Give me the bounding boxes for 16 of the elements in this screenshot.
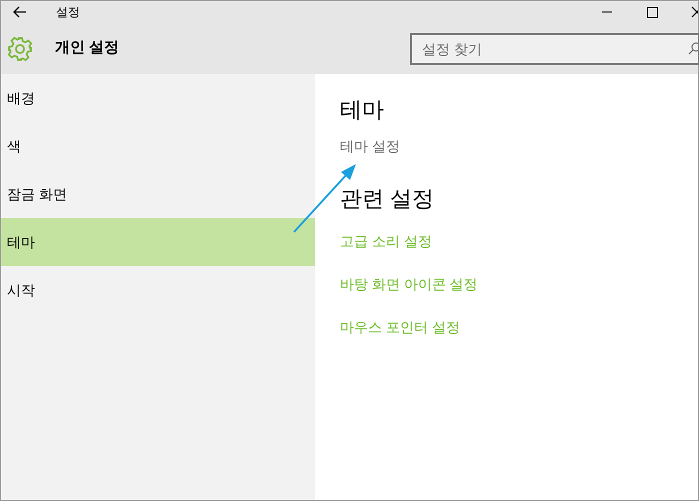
sidebar-item[interactable]: 시작	[1, 266, 315, 314]
sidebar-item[interactable]: 배경	[1, 74, 315, 122]
page-title: 개인 설정	[55, 38, 120, 58]
sidebar-item[interactable]: 테마	[1, 218, 315, 266]
search-icon	[688, 42, 698, 54]
search-field[interactable]: 설정 찾기	[410, 32, 699, 64]
close-icon[interactable]	[691, 6, 698, 18]
sidebar-item[interactable]: 잠금 화면	[1, 170, 315, 218]
theme-settings-link[interactable]: 테마 설정	[340, 136, 400, 157]
window-title: 설정	[56, 4, 80, 21]
settings-icon	[7, 36, 33, 62]
sidebar-item[interactable]: 색	[1, 122, 315, 170]
section-heading: 테마	[340, 96, 385, 124]
back-icon[interactable]	[13, 6, 27, 18]
section-heading: 관련 설정	[340, 185, 436, 213]
maximize-icon[interactable]	[647, 6, 658, 18]
